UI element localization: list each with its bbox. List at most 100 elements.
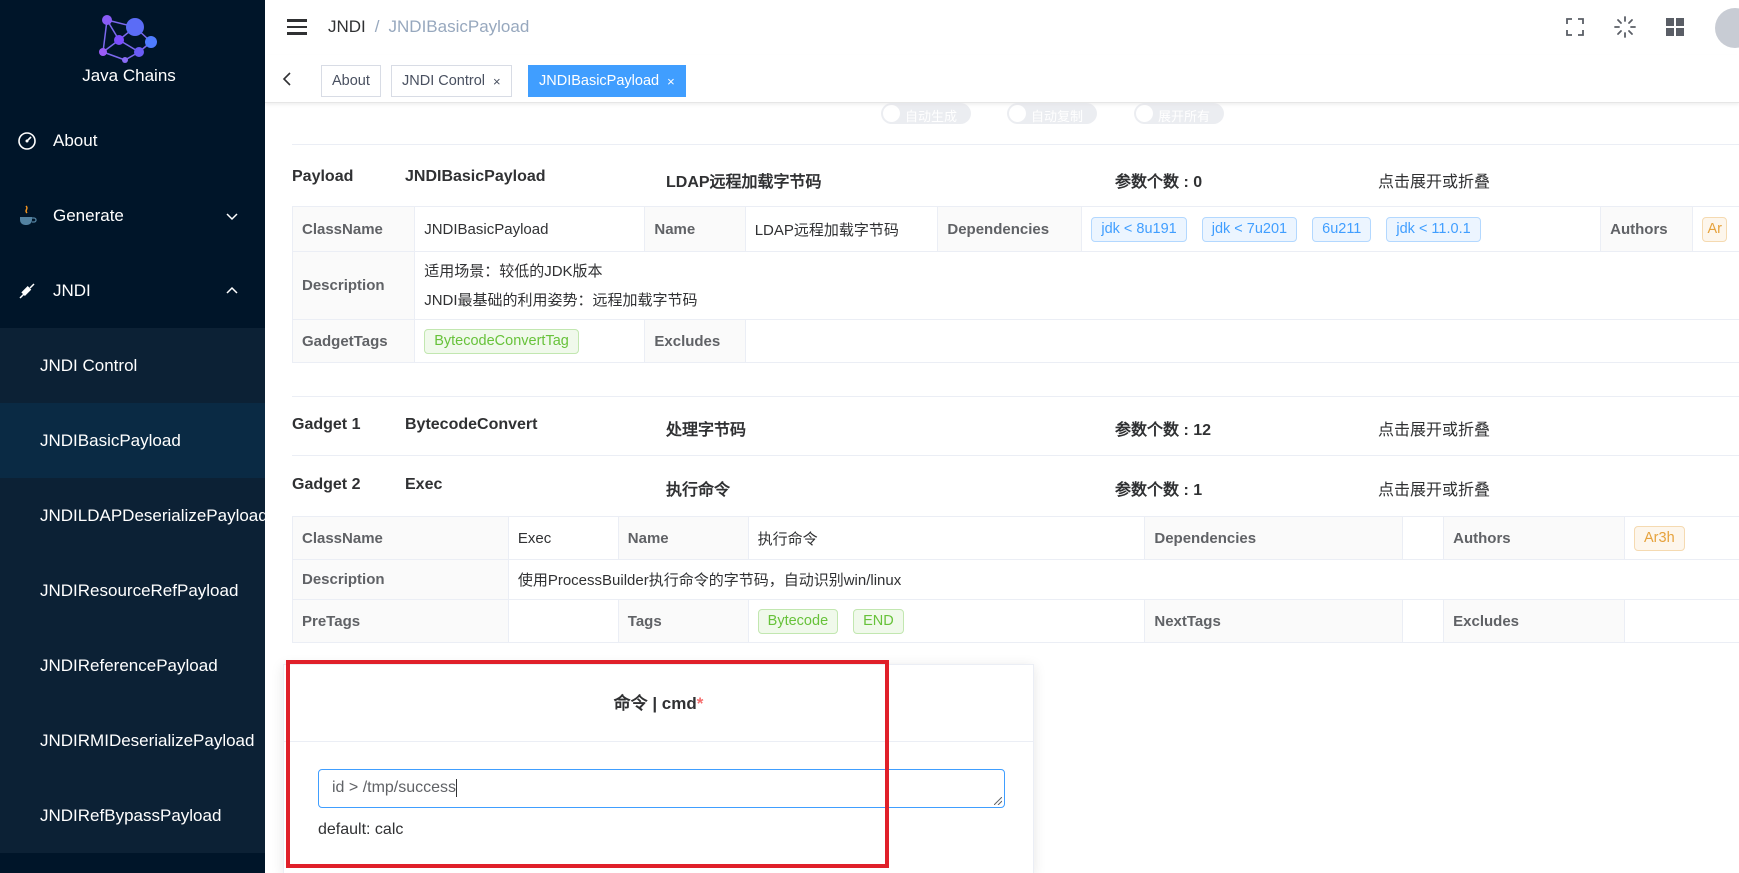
chevron-left-icon[interactable] bbox=[280, 71, 294, 87]
sidebar-subitem-label: JNDIBasicPayload bbox=[40, 430, 181, 450]
cell-label: NextTags bbox=[1144, 599, 1404, 643]
gadget2-section-header[interactable]: Gadget 2 Exec 执行命令 参数个数 : 1 点击展开或折叠 bbox=[292, 466, 1739, 506]
cell-label: Description bbox=[291, 251, 416, 320]
sidebar-subitem-jndi-control[interactable]: JNDI Control bbox=[0, 328, 265, 403]
loading-spinner-icon[interactable] bbox=[1613, 15, 1637, 39]
syringe-icon bbox=[16, 280, 38, 302]
section-name: Exec bbox=[405, 476, 443, 493]
gadget2-detail-table: ClassName Exec Name 执行命令 Dependencies Au… bbox=[292, 516, 1739, 643]
sidebar-subitem-jndi-reference[interactable]: JNDIReferencePayload bbox=[0, 628, 265, 703]
grid-layout-icon[interactable] bbox=[1663, 15, 1687, 39]
param-count: 参数个数 : 12 bbox=[1115, 422, 1212, 439]
gadget1-section-header[interactable]: Gadget 1 BytecodeConvert 处理字节码 参数个数 : 12… bbox=[292, 406, 1739, 446]
sidebar-item-label: JNDI bbox=[53, 280, 91, 300]
cell-label: PreTags bbox=[292, 599, 509, 643]
expand-collapse-toggle[interactable]: 点击展开或折叠 bbox=[1378, 416, 1490, 440]
cell-value: 执行命令 bbox=[747, 516, 1146, 560]
close-icon[interactable]: × bbox=[667, 74, 675, 89]
switch-label: 自动复制 bbox=[1031, 109, 1084, 124]
section-title: LDAP远程加载字节码 bbox=[666, 174, 822, 191]
cell-value: JNDIBasicPayload bbox=[414, 206, 646, 252]
sidebar-subitem-label: JNDIReferencePayload bbox=[40, 655, 218, 675]
section-title: 处理字节码 bbox=[666, 422, 747, 439]
sidebar-item-jndi[interactable]: JNDI bbox=[0, 253, 265, 328]
cell-value bbox=[1402, 599, 1445, 643]
chevron-down-icon bbox=[226, 212, 238, 220]
cell-label: ClassName bbox=[292, 516, 509, 560]
cell-value: Exec bbox=[507, 516, 619, 560]
tab-jndi-control[interactable]: JNDI Control × bbox=[391, 65, 512, 97]
sidebar-subitem-jndi-resource-ref[interactable]: JNDIResourceRefPayload bbox=[0, 553, 265, 628]
tags-view-bar: About JNDI Control × JNDIBasicPayload × bbox=[265, 55, 1739, 103]
expand-all-switch[interactable]: 展开所有 bbox=[1134, 103, 1224, 124]
auto-copy-switch[interactable]: 自动复制 bbox=[1007, 103, 1097, 124]
tab-label: About bbox=[332, 73, 370, 89]
cell-label: GadgetTags bbox=[291, 319, 416, 363]
java-cup-icon bbox=[16, 204, 38, 227]
description-line: JNDI最基础的利用姿势：远程加载字节码 bbox=[424, 291, 698, 309]
dashboard-gauge-icon bbox=[16, 130, 38, 152]
divider bbox=[292, 396, 1739, 397]
gadget-tags-cell: BytecodeConvertTag bbox=[414, 319, 646, 363]
sidebar-item-label: About bbox=[53, 130, 98, 150]
auto-generate-switch[interactable]: 自动生成 bbox=[881, 103, 971, 124]
tab-jndi-basic-payload[interactable]: JNDIBasicPayload × bbox=[528, 65, 686, 97]
expand-collapse-toggle[interactable]: 点击展开或折叠 bbox=[1378, 476, 1490, 500]
expand-collapse-toggle[interactable]: 点击展开或折叠 bbox=[1378, 168, 1490, 192]
divider bbox=[292, 455, 1739, 456]
dependency-tag: jdk < 8u191 bbox=[1091, 216, 1187, 242]
author-tag: Ar3h bbox=[1634, 525, 1685, 551]
sidebar-item-label: Generate bbox=[53, 205, 124, 225]
sidebar-subitem-label: JNDILDAPDeserializePayload bbox=[40, 505, 265, 525]
tab-label: JNDIBasicPayload bbox=[539, 73, 660, 89]
sidebar-subitem-jndi-basic-payload[interactable]: JNDIBasicPayload bbox=[0, 403, 265, 478]
section-kind: Gadget 1 bbox=[292, 416, 361, 433]
avatar[interactable] bbox=[1715, 8, 1739, 48]
breadcrumb: JNDI / JNDIBasicPayload bbox=[328, 17, 529, 37]
cell-label: Name bbox=[644, 206, 746, 252]
sidebar-subitem-label: JNDIResourceRefPayload bbox=[40, 580, 239, 600]
sidebar-item-about[interactable]: About bbox=[0, 103, 265, 178]
tab-about[interactable]: About bbox=[321, 65, 381, 97]
hamburger-menu-icon[interactable] bbox=[287, 19, 307, 35]
payload-detail-table: ClassName JNDIBasicPayload Name LDAP远程加载… bbox=[291, 206, 1739, 363]
description-cell: 适用场景：较低的JDK版本 JNDI最基础的利用姿势：远程加载字节码 bbox=[414, 251, 1739, 320]
resize-handle-icon[interactable] bbox=[994, 797, 1002, 805]
app-logo[interactable]: Java Chains bbox=[0, 0, 265, 100]
param-count: 参数个数 : 1 bbox=[1115, 482, 1203, 499]
cell-label: Excludes bbox=[644, 319, 746, 363]
cell-value bbox=[507, 599, 619, 643]
cell-label: Excludes bbox=[1443, 599, 1626, 643]
author-tag: Ar bbox=[1702, 216, 1727, 242]
tab-label: JNDI Control bbox=[402, 73, 485, 89]
breadcrumb-separator: / bbox=[374, 17, 380, 36]
top-header: JNDI / JNDIBasicPayload bbox=[265, 0, 1739, 55]
dependency-tag: jdk < 11.0.1 bbox=[1386, 216, 1481, 242]
authors-cell: Ar3h bbox=[1624, 516, 1739, 560]
cell-label: Description bbox=[292, 559, 509, 600]
description-cell: 使用ProcessBuilder执行命令的字节码，自动识别win/linux bbox=[507, 559, 1739, 600]
fullscreen-icon[interactable] bbox=[1563, 15, 1587, 39]
sidebar-item-generate[interactable]: Generate bbox=[0, 178, 265, 253]
highlight-annotation-box bbox=[286, 660, 889, 868]
cell-value bbox=[1624, 599, 1739, 643]
divider bbox=[292, 144, 1739, 145]
tag: END bbox=[853, 608, 904, 634]
sidebar-subitem-label: JNDIRMIDeserializePayload bbox=[40, 730, 255, 750]
cell-label: ClassName bbox=[291, 206, 416, 252]
breadcrumb-current: JNDIBasicPayload bbox=[388, 17, 530, 36]
cell-label: Dependencies bbox=[1144, 516, 1404, 560]
switch-knob bbox=[1136, 105, 1153, 122]
description-line: 适用场景：较低的JDK版本 bbox=[424, 262, 603, 280]
sidebar-subitem-jndi-ref-bypass[interactable]: JNDIRefBypassPayload bbox=[0, 778, 265, 853]
payload-section-header[interactable]: Payload JNDIBasicPayload LDAP远程加载字节码 参数个… bbox=[292, 158, 1739, 198]
close-icon[interactable]: × bbox=[493, 74, 501, 89]
sidebar-subitem-label: JNDIRefBypassPayload bbox=[40, 805, 222, 825]
cell-label: Name bbox=[617, 516, 749, 560]
breadcrumb-parent[interactable]: JNDI bbox=[328, 17, 366, 36]
sidebar-subitem-jndi-ldap-deserialize[interactable]: JNDILDAPDeserializePayload bbox=[0, 478, 265, 553]
sidebar-subitem-jndi-rmi-deserialize[interactable]: JNDIRMIDeserializePayload bbox=[0, 703, 265, 778]
cell-label: Authors bbox=[1443, 516, 1626, 560]
section-name: BytecodeConvert bbox=[405, 416, 538, 433]
dependency-tag: 6u211 bbox=[1312, 216, 1372, 242]
